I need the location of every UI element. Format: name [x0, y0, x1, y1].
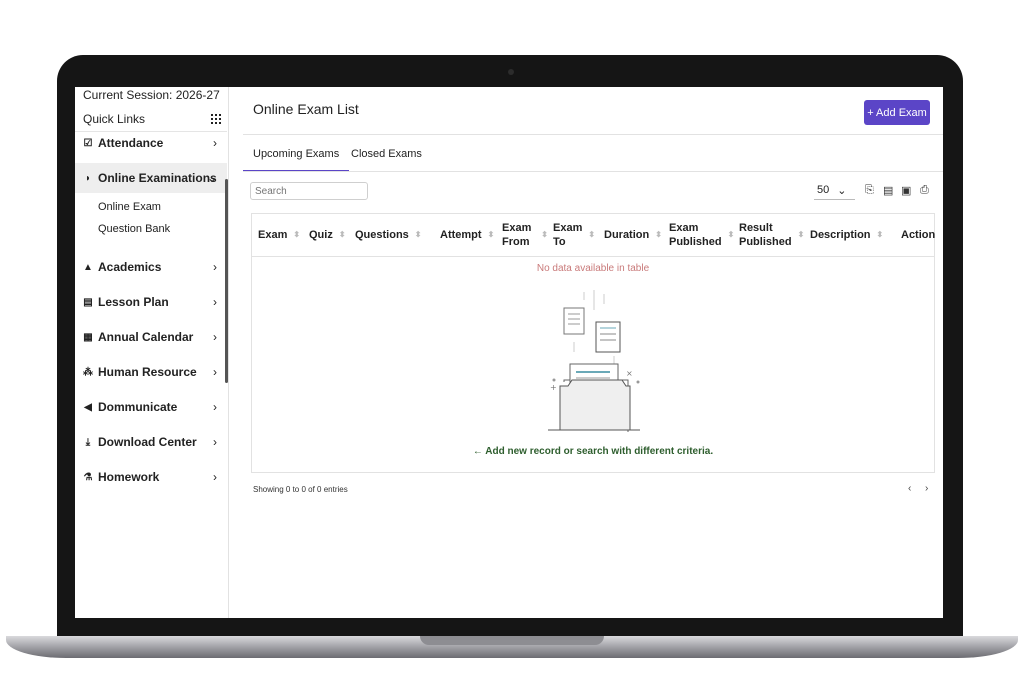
- column-header-questions[interactable]: Questions ⬍: [355, 214, 422, 256]
- sidebar-item-annual-calendar[interactable]: ▦ Annual Calendar ›: [75, 322, 227, 352]
- sidebar-item-label: Homework: [98, 470, 160, 484]
- camera: [508, 69, 514, 75]
- sidebar-item-label: Download Center: [98, 435, 197, 449]
- app-screen: Current Session: 2026-27 Quick Links ☑ A…: [75, 87, 943, 618]
- download-icon: ⤓: [85, 436, 91, 448]
- column-header-duration[interactable]: Duration ⬍: [604, 214, 662, 256]
- tabs-divider: [243, 171, 943, 172]
- print-icon[interactable]: ⎙: [920, 184, 929, 197]
- current-session: Current Session: 2026-27: [83, 88, 220, 102]
- grid-icon[interactable]: [211, 114, 221, 124]
- sort-icon: ⬍: [293, 230, 301, 239]
- sort-icon: ⬍: [797, 230, 805, 239]
- add-record-hint[interactable]: ← Add new record or search with differen…: [252, 446, 934, 457]
- column-header-exam-published[interactable]: Exam Published ⬍: [669, 214, 735, 256]
- add-exam-button[interactable]: + Add Exam: [864, 100, 930, 125]
- chevron-right-icon: ›: [213, 260, 217, 274]
- sidebar-item-download-center[interactable]: ⤓ Download Center ›: [75, 427, 227, 457]
- tab-closed-exams[interactable]: Closed Exams: [341, 137, 432, 170]
- sidebar-item-label: Dommunicate: [98, 400, 178, 414]
- column-header-result-published[interactable]: Result Published ⬍: [739, 214, 805, 256]
- sidebar-item-label: Online Examinations: [98, 171, 217, 185]
- rss-icon: ◗: [84, 172, 92, 184]
- calendar-icon: ▦: [83, 331, 93, 343]
- sidebar-subitem-question-bank[interactable]: Question Bank: [98, 223, 170, 235]
- next-page-button[interactable]: ›: [925, 483, 928, 494]
- copy-icon[interactable]: ⎘: [865, 184, 874, 197]
- sidebar-item-homework[interactable]: ⚗ Homework ›: [75, 462, 227, 492]
- sidebar-item-lesson-plan[interactable]: ▤ Lesson Plan ›: [75, 287, 227, 317]
- sidebar-item-label: Human Resource: [98, 365, 197, 379]
- chevron-right-icon: ›: [213, 136, 217, 150]
- sort-icon: ⬍: [338, 230, 346, 239]
- chevron-right-icon: ›: [213, 295, 217, 309]
- no-data-message: No data available in table: [536, 263, 650, 274]
- sidebar-item-online-examinations[interactable]: ◗ Online Examinations ⌄: [75, 163, 227, 193]
- csv-icon[interactable]: ▤: [883, 184, 893, 197]
- previous-page-button[interactable]: ‹: [908, 483, 911, 494]
- chevron-right-icon: ›: [213, 400, 217, 414]
- sidebar-item-label: Academics: [98, 260, 162, 274]
- chevron-down-icon: ⌄: [206, 171, 217, 185]
- sidebar-item-academics[interactable]: ▲ Academics ›: [75, 252, 227, 282]
- tab-upcoming-exams[interactable]: Upcoming Exams: [243, 137, 350, 172]
- header-divider: [243, 134, 943, 135]
- exam-table: Exam ⬍ Quiz ⬍ Questions ⬍ Attempt ⬍ Exam Fro…: [251, 213, 935, 473]
- sidebar-item-label: Attendance: [98, 136, 164, 150]
- quick-links[interactable]: Quick Links: [83, 112, 221, 126]
- sort-icon: ⬍: [487, 230, 495, 239]
- sidebar-item-human-resource[interactable]: ⁂ Human Resource ›: [75, 357, 227, 387]
- chevron-right-icon: ›: [213, 330, 217, 344]
- calendar-check-icon: ☑: [83, 137, 93, 149]
- sidebar-item-attendance[interactable]: ☑ Attendance ›: [75, 128, 227, 158]
- chevron-down-icon: ⌄: [837, 184, 847, 197]
- chevron-right-icon: ›: [213, 470, 217, 484]
- graduation-cap-icon: ▲: [83, 261, 93, 273]
- laptop-base-notch: [420, 636, 604, 645]
- column-header-action: Action: [901, 229, 936, 241]
- column-header-exam-to[interactable]: Exam To ⬍: [553, 214, 595, 256]
- sidebar-item-label: Annual Calendar: [98, 330, 194, 344]
- sort-icon: ⬍: [414, 230, 422, 239]
- flask-icon: ⚗: [83, 471, 93, 483]
- bullhorn-icon: ◀: [84, 401, 92, 413]
- empty-state-illustration: × +: [548, 290, 640, 432]
- sort-icon: ⬍: [541, 230, 548, 239]
- sidebar-item-label: Lesson Plan: [98, 295, 169, 309]
- svg-text:×: ×: [626, 369, 633, 378]
- chevron-right-icon: ›: [213, 435, 217, 449]
- sort-icon: ⬍: [876, 230, 884, 239]
- list-icon: ▤: [83, 296, 93, 308]
- column-header-attempt[interactable]: Attempt ⬍: [440, 214, 494, 256]
- table-header-divider: [252, 256, 934, 257]
- chevron-right-icon: ›: [213, 365, 217, 379]
- pdf-icon[interactable]: ▣: [901, 184, 911, 197]
- per-page-value: 50: [817, 184, 830, 196]
- column-header-exam[interactable]: Exam ⬍: [258, 214, 300, 256]
- sidebar-subitem-online-exam[interactable]: Online Exam: [98, 201, 161, 213]
- column-header-exam-from[interactable]: Exam From ⬍: [502, 214, 548, 256]
- column-header-description[interactable]: Description ⬍: [810, 214, 883, 256]
- column-header-quiz[interactable]: Quiz ⬍: [309, 214, 346, 256]
- page-title: Online Exam List: [253, 101, 359, 117]
- sort-icon: ⬍: [588, 230, 596, 239]
- main-content: Online Exam List + Add Exam Upcoming Exa…: [243, 87, 943, 618]
- sitemap-icon: ⁂: [83, 366, 93, 378]
- search-input[interactable]: [250, 182, 368, 200]
- sidebar: Current Session: 2026-27 Quick Links ☑ A…: [75, 87, 229, 618]
- sidebar-scrollbar[interactable]: [225, 179, 228, 383]
- sort-icon: ⬍: [727, 230, 735, 239]
- svg-text:+: +: [550, 383, 557, 392]
- table-info: Showing 0 to 0 of 0 entries: [253, 485, 348, 494]
- sidebar-item-dommunicate[interactable]: ◀ Dommunicate ›: [75, 392, 227, 422]
- sort-icon: ⬍: [655, 230, 662, 239]
- quick-links-label: Quick Links: [83, 112, 146, 126]
- per-page-select[interactable]: 50 ⌄: [814, 181, 855, 200]
